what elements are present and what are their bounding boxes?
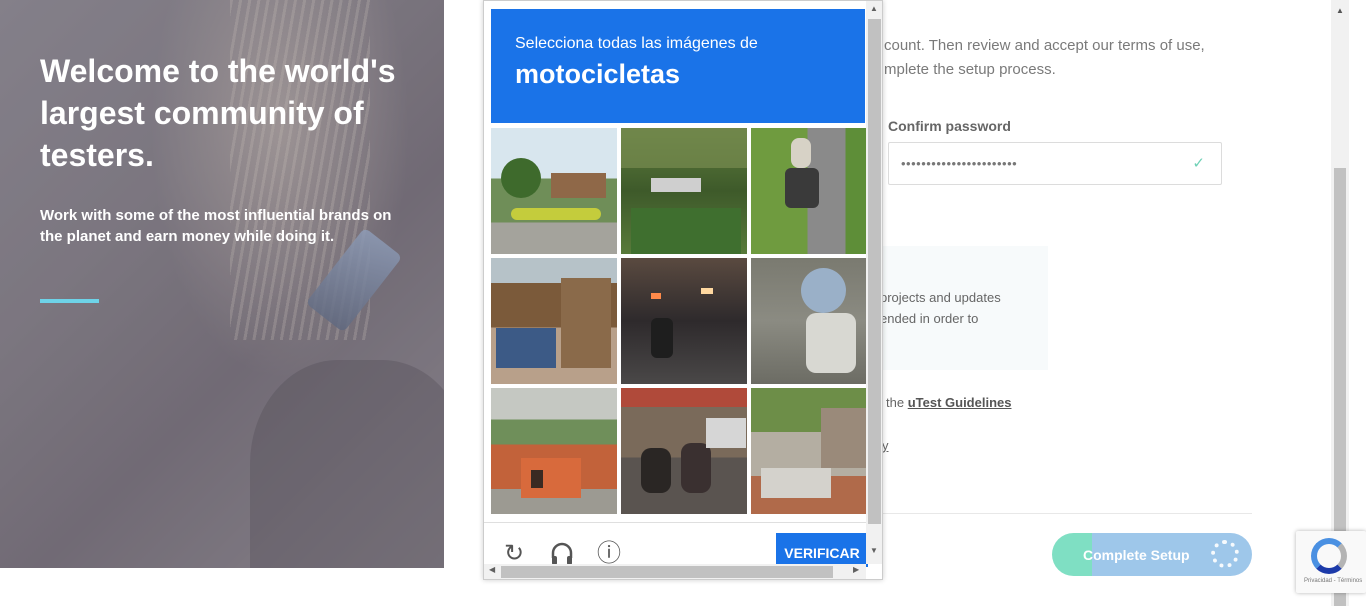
captcha-tile-5[interactable] xyxy=(621,258,747,384)
info-line-2: ended in order to xyxy=(880,311,979,326)
check-icon: ✓ xyxy=(1192,155,1205,172)
captcha-horizontal-scrollbar[interactable]: ◀ ▶ xyxy=(484,564,866,579)
confirm-password-value: ••••••••••••••••••••••• xyxy=(901,156,1018,171)
captcha-horizontal-scroll-thumb[interactable] xyxy=(501,566,833,578)
verify-button[interactable]: VERIFICAR xyxy=(776,533,868,567)
utest-guidelines-link[interactable]: uTest Guidelines xyxy=(908,395,1012,410)
scroll-left-arrow-icon[interactable]: ◀ xyxy=(489,565,495,574)
hero-title: Welcome to the world's largest community… xyxy=(40,53,396,173)
complete-setup-label: Complete Setup xyxy=(1083,547,1190,563)
captcha-challenge: Selecciona todas las imágenes de motocic… xyxy=(483,0,883,580)
captcha-tile-4[interactable] xyxy=(491,258,617,384)
captcha-footer: ↻ ⓘ VERIFICAR xyxy=(484,522,868,567)
info-box: projects and updates ended in order to xyxy=(870,246,1048,370)
scroll-right-arrow-icon[interactable]: ▶ xyxy=(853,565,859,574)
captcha-vertical-scrollbar[interactable]: ▲ ▼ xyxy=(866,1,882,564)
captcha-tile-3[interactable] xyxy=(751,128,877,254)
form-intro-line-2: mplete the setup process. xyxy=(884,61,1056,78)
captcha-image-grid xyxy=(491,128,877,516)
scroll-up-arrow-icon[interactable]: ▲ xyxy=(870,4,878,13)
form-intro-line-1: count. Then review and accept our terms … xyxy=(884,37,1205,54)
complete-setup-button[interactable]: Complete Setup xyxy=(1052,533,1252,576)
confirm-password-field[interactable]: ••••••••••••••••••••••• ✓ xyxy=(888,142,1222,185)
hero-panel: Welcome to the world's largest community… xyxy=(0,0,444,568)
captcha-object: motocicletas xyxy=(515,59,681,89)
captcha-tile-7[interactable] xyxy=(491,388,617,514)
guidelines-text: the uTest Guidelines xyxy=(886,395,1011,410)
recaptcha-badge[interactable]: Privacidad - Términos xyxy=(1296,531,1366,593)
captcha-tile-8[interactable] xyxy=(621,388,747,514)
info-line-1: projects and updates xyxy=(880,290,1001,305)
page-scrollbar[interactable]: ▲ xyxy=(1331,0,1349,606)
captcha-instruction: Selecciona todas las imágenes de xyxy=(515,35,758,52)
recaptcha-logo-icon xyxy=(1311,538,1347,574)
captcha-tile-1[interactable] xyxy=(491,128,617,254)
hero-subtitle: Work with some of the most influential b… xyxy=(40,207,392,245)
captcha-header: Selecciona todas las imágenes de motocic… xyxy=(491,9,865,123)
guidelines-prefix: the xyxy=(886,395,905,410)
scroll-up-arrow-icon[interactable]: ▲ xyxy=(1336,6,1344,15)
captcha-vertical-scroll-thumb[interactable] xyxy=(868,19,881,524)
captcha-tile-9[interactable] xyxy=(751,388,877,514)
captcha-tile-6[interactable] xyxy=(751,258,877,384)
scroll-down-arrow-icon[interactable]: ▼ xyxy=(870,546,878,555)
captcha-tile-2[interactable] xyxy=(621,128,747,254)
page: Welcome to the world's largest community… xyxy=(0,0,1366,606)
confirm-password-label: Confirm password xyxy=(888,118,1011,134)
recaptcha-badge-text[interactable]: Privacidad - Términos xyxy=(1304,578,1362,584)
hero-accent-line xyxy=(40,299,99,303)
form-divider xyxy=(870,513,1252,514)
loading-spinner-icon xyxy=(1211,540,1239,568)
